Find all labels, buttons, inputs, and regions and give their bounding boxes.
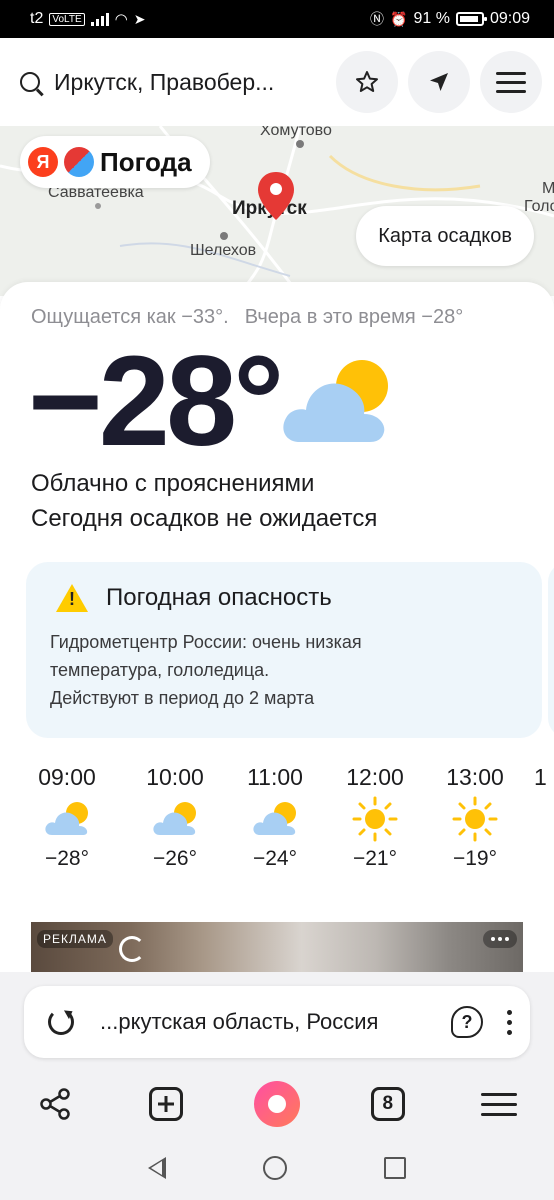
alert-body: Гидрометцентр России: очень низкая темпе… bbox=[50, 628, 518, 712]
current-temperature: −28° bbox=[28, 330, 284, 473]
wifi-icon: ◠ bbox=[114, 11, 128, 28]
sun-icon bbox=[452, 796, 498, 842]
feels-like-text: Ощущается как −33°. bbox=[31, 306, 229, 328]
share-button[interactable] bbox=[25, 1074, 85, 1134]
alice-icon bbox=[253, 1081, 300, 1127]
clock: 09:09 bbox=[489, 10, 530, 27]
location-pin-icon bbox=[258, 172, 294, 220]
browser-toolbar: 8 bbox=[0, 1072, 554, 1136]
alert-body-line: температура, гололедица. bbox=[50, 660, 270, 680]
warning-icon bbox=[56, 584, 88, 612]
app-header: Иркутск, Правобер... bbox=[0, 38, 554, 126]
search-query[interactable]: Иркутск, Правобер... bbox=[54, 69, 274, 96]
map-label-khomutovo: Хомутово bbox=[260, 126, 332, 139]
navigation-arrow-icon bbox=[430, 73, 448, 91]
map-label-shelekhov: Шелехов bbox=[190, 242, 257, 259]
battery-percent: 91 % bbox=[413, 10, 450, 27]
yandex-weather-logo[interactable]: Я Погода bbox=[20, 136, 210, 188]
weather-map[interactable]: Хомутово Савватеевка Иркутск Шелехов М Г… bbox=[0, 126, 554, 296]
location-button[interactable] bbox=[408, 51, 470, 113]
yesterday-text: Вчера в это время −28° bbox=[244, 306, 464, 328]
next-alert-card-peek[interactable] bbox=[548, 562, 554, 738]
hamburger-icon bbox=[480, 1092, 517, 1116]
hourly-time: 13:00 bbox=[446, 764, 504, 790]
sun-icon bbox=[352, 796, 398, 842]
hourly-temp: −28° bbox=[44, 847, 90, 870]
map-label-edge-golo: Голо bbox=[524, 198, 554, 215]
alert-body-line: Гидрометцентр России: очень низкая bbox=[50, 632, 362, 652]
hourly-time: 11:00 bbox=[247, 764, 303, 790]
ad-more-button[interactable] bbox=[483, 930, 517, 948]
hourly-temp: −24° bbox=[252, 847, 298, 870]
new-tab-button[interactable] bbox=[136, 1074, 196, 1134]
system-navigation-bar bbox=[0, 1136, 554, 1200]
hourly-item[interactable]: 11:00 −24° bbox=[230, 764, 320, 871]
hourly-temp: −19° bbox=[452, 847, 498, 870]
volte-badge: VoLTE bbox=[49, 12, 85, 26]
logo-text: Погода bbox=[100, 146, 192, 177]
hourly-item[interactable]: 13:00 −19° bbox=[430, 764, 520, 871]
address-bar-area: ...ркутская область, Россия ? bbox=[0, 972, 554, 1072]
hourly-time: 1 bbox=[534, 764, 547, 790]
recent-apps-icon[interactable] bbox=[383, 1157, 406, 1179]
precip-map-button[interactable]: Карта осадков bbox=[356, 206, 534, 266]
feels-like-row: Ощущается как −33°. Вчера в это время −2… bbox=[31, 306, 463, 329]
hourly-time: 10:00 bbox=[146, 764, 204, 790]
alert-title: Погодная опасность bbox=[106, 584, 332, 611]
reload-icon[interactable] bbox=[48, 1009, 74, 1035]
hourly-time: 09:00 bbox=[38, 764, 96, 790]
share-icon bbox=[40, 1088, 71, 1120]
hamburger-icon bbox=[496, 71, 526, 93]
hourly-item[interactable]: 12:00 −21° bbox=[330, 764, 420, 871]
battery-icon bbox=[455, 12, 487, 26]
hourly-time: 12:00 bbox=[346, 764, 404, 790]
star-icon bbox=[356, 71, 378, 92]
weather-card: Ощущается как −33°. Вчера в это время −2… bbox=[0, 282, 554, 982]
partly-cloudy-icon bbox=[45, 802, 88, 835]
telegram-icon: ➤ bbox=[133, 10, 146, 27]
weather-alert-card[interactable]: Погодная опасность Гидрометцентр России:… bbox=[26, 562, 542, 738]
condition-block: Облачно с прояснениями Сегодня осадков н… bbox=[31, 466, 377, 536]
back-icon[interactable] bbox=[148, 1157, 167, 1179]
browser-menu-button[interactable] bbox=[469, 1074, 529, 1134]
hourly-item[interactable]: 09:00 −28° bbox=[22, 764, 112, 871]
signal-icon bbox=[90, 12, 109, 26]
alice-button[interactable] bbox=[247, 1074, 307, 1134]
condition-text: Облачно с прояснениями bbox=[31, 470, 315, 497]
advertiser-logo-icon bbox=[119, 936, 145, 962]
alarm-icon: ⏰ bbox=[390, 10, 408, 27]
hourly-item[interactable]: 10:00 −26° bbox=[130, 764, 220, 871]
nfc-icon: Ⓝ bbox=[370, 11, 385, 27]
umbrella-logo-icon bbox=[64, 147, 94, 177]
home-icon[interactable] bbox=[262, 1156, 287, 1180]
address-text[interactable]: ...ркутская область, Россия bbox=[100, 1009, 441, 1035]
favorite-button[interactable] bbox=[336, 51, 398, 113]
alice-chat-icon[interactable]: ? bbox=[451, 1006, 483, 1038]
hourly-item-peek[interactable]: 1 bbox=[534, 764, 554, 791]
partly-cloudy-icon bbox=[153, 802, 196, 835]
menu-button[interactable] bbox=[480, 51, 542, 113]
alert-body-line: Действуют в период до 2 марта bbox=[50, 688, 315, 708]
hourly-temp: −21° bbox=[352, 847, 398, 870]
ad-label: РЕКЛАМА bbox=[37, 930, 113, 948]
hourly-temp: −26° bbox=[152, 847, 198, 870]
tabs-count: 8 bbox=[370, 1087, 405, 1121]
more-options-icon[interactable] bbox=[507, 1009, 512, 1035]
plus-icon bbox=[149, 1087, 184, 1121]
partly-cloudy-icon bbox=[253, 802, 296, 835]
search-icon bbox=[20, 72, 40, 92]
carrier-label: t2 bbox=[30, 10, 44, 27]
search-field[interactable]: Иркутск, Правобер... bbox=[20, 69, 326, 96]
yandex-logo-icon: Я bbox=[28, 147, 58, 177]
hourly-forecast[interactable]: 09:00 −28° 10:00 −26° 11:00 −24° 12:00 −… bbox=[0, 764, 554, 894]
partly-cloudy-icon bbox=[283, 360, 388, 442]
map-label-edge-m: М bbox=[542, 180, 554, 197]
address-bar[interactable]: ...ркутская область, Россия ? bbox=[24, 986, 530, 1058]
status-bar: t2 VoLTE ◠ ➤ Ⓝ ⏰ 91 % 09:09 bbox=[0, 0, 554, 38]
tabs-button[interactable]: 8 bbox=[358, 1074, 418, 1134]
precip-today-text: Сегодня осадков не ожидается bbox=[31, 505, 378, 532]
